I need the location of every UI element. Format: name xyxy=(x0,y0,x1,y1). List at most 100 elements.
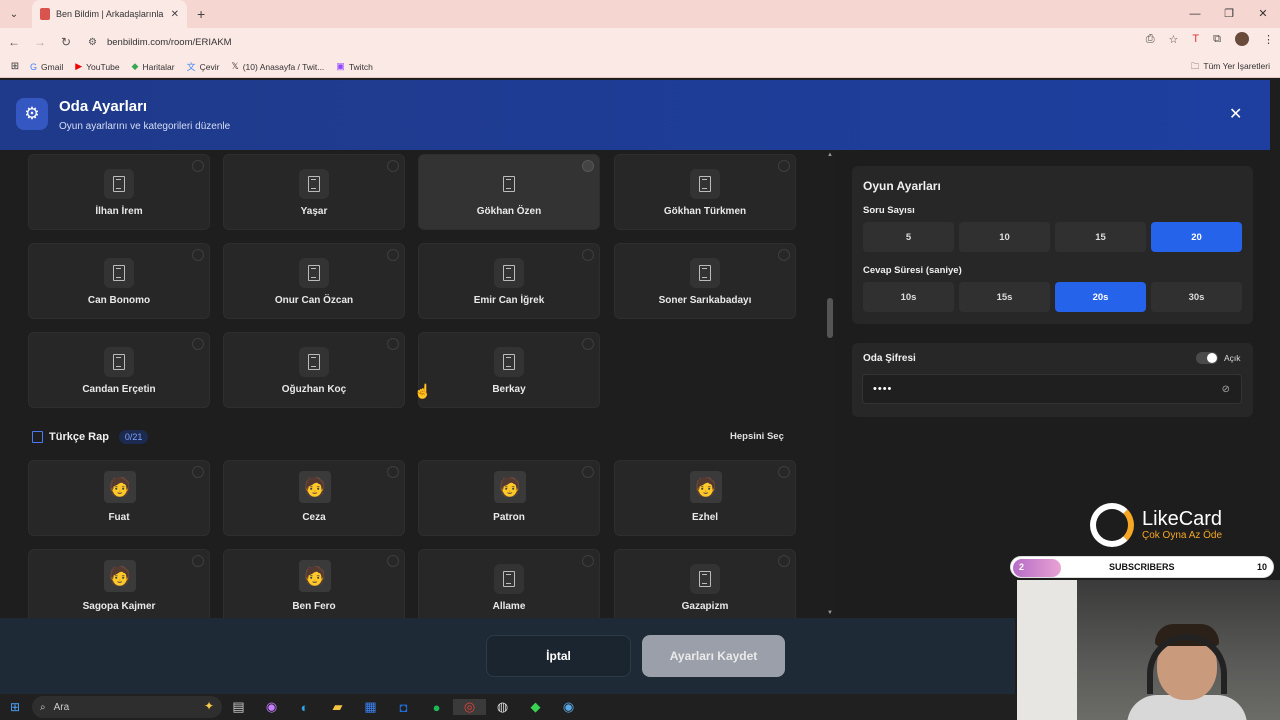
minimize-icon[interactable]: — xyxy=(1178,0,1212,28)
answer-time-option[interactable]: 20s xyxy=(1055,282,1146,312)
category-card[interactable]: 🧑 Patron xyxy=(418,460,600,536)
category-card[interactable]: Gökhan Türkmen xyxy=(614,154,796,230)
category-card[interactable]: 🧑 Ben Fero xyxy=(223,549,405,618)
password-input[interactable]: •••• ⊘ xyxy=(862,374,1242,404)
radio-select[interactable] xyxy=(778,555,790,567)
category-card[interactable]: Oğuzhan Koç xyxy=(223,332,405,408)
category-card[interactable]: 🧑 Ezhel xyxy=(614,460,796,536)
radio-select[interactable] xyxy=(582,555,594,567)
restore-icon[interactable]: ❐ xyxy=(1212,0,1246,28)
bookmark-star-icon[interactable]: ☆ xyxy=(1169,33,1179,46)
category-card[interactable]: Berkay xyxy=(418,332,600,408)
radio-select[interactable] xyxy=(387,249,399,261)
bookmark-youtube[interactable]: ▶ YouTube xyxy=(75,61,119,72)
category-name: Onur Can Özcan xyxy=(274,295,354,306)
bookmark-twitch[interactable]: ▣ Twitch xyxy=(336,61,373,72)
select-all-button[interactable]: Hepsini Seç xyxy=(730,431,784,442)
save-settings-button[interactable]: Ayarları Kaydet xyxy=(642,635,785,677)
bookmark-x[interactable]: 𝕏 (10) Anasayfa / Twit... xyxy=(231,61,324,72)
spotify-icon[interactable]: ● xyxy=(420,700,453,715)
category-card[interactable]: 🧑 Sagopa Kajmer xyxy=(28,549,210,618)
new-tab-icon[interactable]: + xyxy=(197,6,205,22)
category-card[interactable]: Gökhan Özen xyxy=(418,154,600,230)
chrome-icon[interactable]: ◎ xyxy=(453,699,486,715)
url-field[interactable]: ⚙ benbildim.com/room/ERIAKM xyxy=(80,31,1160,53)
back-icon[interactable]: ← xyxy=(2,35,26,49)
radio-select[interactable] xyxy=(387,466,399,478)
cancel-button[interactable]: İptal xyxy=(486,635,631,677)
radio-select[interactable] xyxy=(582,160,594,172)
reload-icon[interactable]: ↻ xyxy=(54,35,78,49)
radio-select[interactable] xyxy=(192,249,204,261)
category-card[interactable]: Candan Erçetin xyxy=(28,332,210,408)
category-card[interactable]: İlhan İrem xyxy=(28,154,210,230)
question-count-option[interactable]: 5 xyxy=(863,222,954,252)
radio-select[interactable] xyxy=(582,249,594,261)
windows-start-icon[interactable]: ⊞ xyxy=(0,700,30,714)
steam-icon[interactable]: ◉ xyxy=(552,699,585,715)
scrollbar-thumb[interactable] xyxy=(827,298,833,338)
category-card[interactable]: 🧑 Fuat xyxy=(28,460,210,536)
bookmark-translate[interactable]: 文 Çevir xyxy=(187,60,220,73)
radio-select[interactable] xyxy=(778,249,790,261)
category-card[interactable]: Onur Can Özcan xyxy=(223,243,405,319)
answer-time-option[interactable]: 30s xyxy=(1151,282,1242,312)
radio-select[interactable] xyxy=(582,338,594,350)
radio-select[interactable] xyxy=(192,160,204,172)
category-card[interactable]: Soner Sarıkabadayı xyxy=(614,243,796,319)
scroll-up-icon[interactable]: ▲ xyxy=(827,152,833,158)
task-view-icon[interactable]: ▤ xyxy=(222,699,255,715)
radio-select[interactable] xyxy=(582,466,594,478)
question-count-option[interactable]: 15 xyxy=(1055,222,1146,252)
answer-time-option[interactable]: 15s xyxy=(959,282,1050,312)
bookmark-gmail[interactable]: G Gmail xyxy=(30,62,63,72)
radio-select[interactable] xyxy=(778,466,790,478)
question-count-option[interactable]: 10 xyxy=(959,222,1050,252)
obs-icon[interactable]: ◍ xyxy=(486,699,519,715)
apps-grid-icon[interactable]: ⊞ xyxy=(0,61,30,72)
app-icon[interactable]: ◆ xyxy=(519,699,552,715)
puzzle-icon[interactable]: ⧉ xyxy=(1213,33,1221,46)
radio-select[interactable] xyxy=(778,160,790,172)
copilot-icon[interactable]: ◉ xyxy=(255,699,288,715)
browser-tab[interactable]: Ben Bildim | Arkadaşlarınla Onl... ✕ xyxy=(32,0,187,28)
profile-avatar[interactable] xyxy=(1235,32,1249,46)
eye-off-icon[interactable]: ⊘ xyxy=(1222,384,1231,395)
bookmark-maps[interactable]: ◆ Haritalar xyxy=(132,61,175,72)
file-explorer-icon[interactable]: ▰ xyxy=(321,699,354,715)
forward-icon[interactable]: → xyxy=(28,35,52,49)
store-icon[interactable]: ▦ xyxy=(354,699,387,715)
answer-time-option[interactable]: 10s xyxy=(863,282,954,312)
category-card[interactable]: 🧑 Ceza xyxy=(223,460,405,536)
radio-select[interactable] xyxy=(387,555,399,567)
category-card[interactable]: Emir Can İğrek xyxy=(418,243,600,319)
tab-search-chevron-icon[interactable]: ⌄ xyxy=(2,2,26,26)
password-toggle[interactable] xyxy=(1196,352,1218,364)
install-app-icon[interactable]: ⎙ xyxy=(1146,33,1155,46)
outlook-icon[interactable]: ◘ xyxy=(387,700,420,715)
radio-select[interactable] xyxy=(192,338,204,350)
scroll-down-icon[interactable]: ▼ xyxy=(827,610,833,616)
radio-select[interactable] xyxy=(387,160,399,172)
x-icon: 𝕏 xyxy=(231,61,239,71)
extension-icon[interactable]: T xyxy=(1192,33,1199,45)
radio-select[interactable] xyxy=(387,338,399,350)
taskbar-search[interactable]: ⌕ Ara ✦ xyxy=(32,696,222,718)
category-card[interactable]: Yaşar xyxy=(223,154,405,230)
site-info-icon[interactable]: ⚙ xyxy=(88,37,97,48)
all-bookmarks[interactable]: 🗀 Tüm Yer İşaretleri xyxy=(1191,61,1270,75)
category-card[interactable]: Gazapizm xyxy=(614,549,796,618)
question-count-option[interactable]: 20 xyxy=(1151,222,1242,252)
category-card[interactable]: Can Bonomo xyxy=(28,243,210,319)
window-close-icon[interactable]: ✕ xyxy=(1246,0,1280,28)
password-value: •••• xyxy=(873,383,893,395)
radio-select[interactable] xyxy=(192,555,204,567)
close-icon[interactable]: ✕ xyxy=(1229,104,1242,124)
category-card[interactable]: Allame xyxy=(418,549,600,618)
menu-kebab-icon[interactable]: ⋮ xyxy=(1263,33,1274,46)
scrollbar[interactable]: ▲ ▼ xyxy=(826,150,835,618)
radio-select[interactable] xyxy=(192,466,204,478)
close-tab-icon[interactable]: ✕ xyxy=(171,9,179,20)
edge-icon[interactable]: ◐ xyxy=(288,700,321,715)
section-header: Türkçe Rap 0/21 xyxy=(32,430,149,444)
